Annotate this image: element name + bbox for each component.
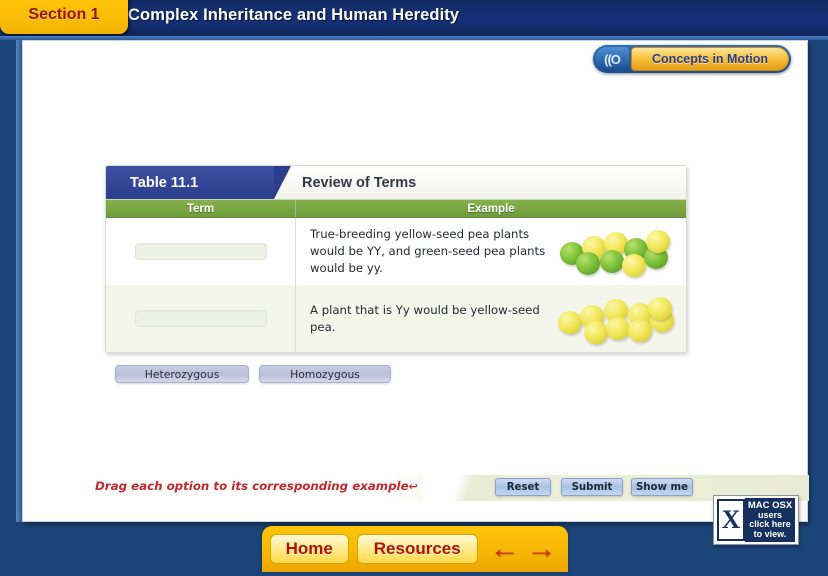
drag-instruction: Drag each option to its corresponding ex… xyxy=(95,479,418,493)
control-strip: Drag each option to its corresponding ex… xyxy=(23,469,809,505)
bottom-nav-bar: Home Resources ← → xyxy=(262,526,568,572)
table-row: True-breeding yellow-seed pea plants wou… xyxy=(106,218,686,285)
mac-osx-notice[interactable]: X MAC OSX users click here to view. xyxy=(713,495,799,545)
mac-notice-line-4: to view. xyxy=(753,528,787,539)
concepts-in-motion-pill[interactable]: Concepts in Motion xyxy=(631,47,789,71)
submit-button[interactable]: Submit xyxy=(561,478,623,496)
review-of-terms-table: Table 11.1 Review of Terms Term Example … xyxy=(105,165,687,353)
pea-cluster-yellow xyxy=(556,295,678,344)
slide-root: ((O Concepts in Motion Table 11.1 Review… xyxy=(0,0,828,576)
pea-cluster-mixed xyxy=(556,228,678,277)
term-dropzone-1[interactable] xyxy=(134,243,267,260)
forward-arrow-icon[interactable]: → xyxy=(523,534,560,564)
page-title: Complex Inheritance and Human Heredity xyxy=(128,6,460,24)
section-tab-label: Section 1 xyxy=(28,6,100,23)
table-title-row: Table 11.1 Review of Terms xyxy=(106,166,686,199)
control-strip-diagonal xyxy=(423,475,503,501)
term-dropzone-2[interactable] xyxy=(134,310,267,327)
content-stage: ((O Concepts in Motion Table 11.1 Review… xyxy=(22,40,809,545)
example-cell: True-breeding yellow-seed pea plants wou… xyxy=(296,218,686,285)
concepts-in-motion-button[interactable]: ((O Concepts in Motion xyxy=(593,45,791,73)
table-number-tag: Table 11.1 xyxy=(106,166,274,199)
example-text-1: True-breeding yellow-seed pea plants wou… xyxy=(310,227,546,275)
table-tag-notch xyxy=(274,166,291,199)
home-button[interactable]: Home xyxy=(270,534,349,564)
header-underline xyxy=(0,36,828,40)
table-row: A plant that is Yy would be yellow-seed … xyxy=(106,285,686,352)
header-bar: Complex Inheritance and Human Heredity S… xyxy=(0,0,828,36)
example-text-2: A plant that is Yy would be yellow-seed … xyxy=(310,302,540,334)
x-mark-icon: X xyxy=(717,499,745,541)
mac-osx-notice-text: MAC OSX users click here to view. xyxy=(745,498,795,542)
table-column-headers: Term Example xyxy=(106,199,686,218)
column-header-example: Example xyxy=(467,202,515,215)
concepts-in-motion-label: Concepts in Motion xyxy=(652,52,768,66)
reset-button[interactable]: Reset xyxy=(495,478,551,496)
resources-button[interactable]: Resources xyxy=(356,534,478,564)
show-me-button[interactable]: Show me xyxy=(631,478,693,496)
example-cell: A plant that is Yy would be yellow-seed … xyxy=(296,285,686,352)
back-arrow-icon[interactable]: ← xyxy=(486,534,523,564)
term-cell xyxy=(106,285,296,352)
motion-waves-icon: ((O xyxy=(595,47,629,71)
option-chip-homozygous[interactable]: Homozygous xyxy=(259,365,391,383)
return-arrow-icon: ↩ xyxy=(408,480,418,493)
section-tab[interactable]: Section 1 xyxy=(0,0,128,34)
column-header-term: Term xyxy=(106,200,296,217)
table-subtitle: Review of Terms xyxy=(302,174,417,191)
term-cell xyxy=(106,218,296,285)
option-chip-heterozygous[interactable]: Heterozygous xyxy=(115,365,249,383)
drag-instruction-text: Drag each option to its corresponding ex… xyxy=(95,479,409,493)
